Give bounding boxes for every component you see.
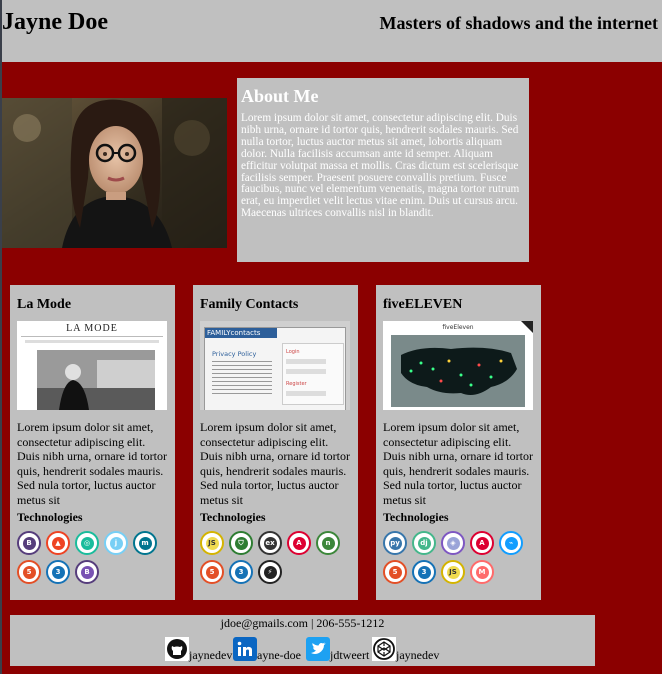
project-screenshot[interactable]: FAMILYcontacts Privacy Policy Login Regi… (200, 321, 350, 410)
contact-info: jdoe@gmails.com | 206-555-1212 (220, 616, 385, 630)
html5-icon: 5 (200, 560, 224, 584)
mysql-icon: m (133, 531, 157, 555)
angular-icon: A (287, 531, 311, 555)
technologies-label: Technologies (200, 510, 266, 524)
about-title: About Me (241, 86, 319, 106)
bootstrap-icon: B (17, 531, 41, 555)
bootstrap-b-icon: B (75, 560, 99, 584)
plotly-icon: ⌁ (499, 531, 523, 555)
technologies-label: Technologies (17, 510, 83, 524)
project-description: Lorem ipsum dolor sit amet, consectetur … (200, 420, 350, 507)
project-card-fiveeleven: fiveELEVEN fiveEleven Lorem ipsum dolor … (376, 285, 541, 600)
css3-icon: 3 (229, 560, 253, 584)
site-title: Jayne Doe (2, 9, 108, 35)
social-handle: jaynedev (189, 648, 233, 662)
screenshot-login: Login (286, 349, 300, 355)
social-link-codepen[interactable]: jaynedev (372, 637, 440, 662)
screenshot-subheading: Privacy Policy (212, 350, 257, 358)
about-text: Lorem ipsum dolor sit amet, consectetur … (241, 112, 520, 220)
project-title[interactable]: fiveELEVEN (383, 297, 534, 313)
social-link-github[interactable]: jaynedev (165, 637, 233, 662)
project-description: Lorem ipsum dolor sit amet, consectetur … (17, 420, 167, 507)
social-link-linkedin[interactable]: ayne-doe (233, 637, 301, 662)
angular-icon: A (470, 531, 494, 555)
social-links: jaynedev ayne-doe jdtweert jaynedev (10, 635, 595, 665)
bolt-icon: ⚡ (258, 560, 282, 584)
graphql-icon: ◈ (441, 531, 465, 555)
javascript-icon: JS (200, 531, 224, 555)
technologies-label: Technologies (383, 510, 449, 524)
project-card-family-contacts: Family Contacts FAMILYcontacts Privacy P… (193, 285, 358, 600)
site-footer: jdoe@gmails.com | 206-555-1212 jaynedev … (10, 615, 595, 666)
shield-icon: ⛉ (229, 531, 253, 555)
linkedin-icon (233, 637, 257, 661)
project-title[interactable]: La Mode (17, 297, 168, 313)
javascript-icon: JS (441, 560, 465, 584)
material-icon: M (470, 560, 494, 584)
project-screenshot[interactable]: LA MODE (17, 321, 167, 410)
npm-icon: ◎ (75, 531, 99, 555)
screenshot-register: Register (286, 381, 307, 387)
django-icon: dj (412, 531, 436, 555)
project-screenshot[interactable]: fiveEleven (383, 321, 533, 410)
tech-icon-list: py dj ◈ A ⌁ 5 3 JS M (383, 531, 535, 584)
github-icon (165, 637, 189, 661)
social-handle: jaynedev (396, 648, 440, 662)
screenshot-heading: fiveEleven (442, 324, 474, 331)
project-title[interactable]: Family Contacts (200, 297, 351, 313)
codepen-icon (372, 637, 396, 661)
codeigniter-icon: ▲ (46, 531, 70, 555)
project-card-la-mode: La Mode LA MODE Lorem ipsum dolor sit am… (10, 285, 175, 600)
html5-icon: 5 (383, 560, 407, 584)
tech-icon-list: JS ⛉ ex A n 5 3 ⚡ (200, 531, 352, 584)
jquery-icon: j (104, 531, 128, 555)
site-tagline: Masters of shadows and the internet (379, 13, 659, 33)
about-section: About Me Lorem ipsum dolor sit amet, con… (237, 78, 529, 262)
express-icon: ex (258, 531, 282, 555)
html5-icon: 5 (17, 560, 41, 584)
twitter-icon (306, 637, 330, 661)
social-handle: jdtweert (330, 648, 370, 662)
project-description: Lorem ipsum dolor sit amet, consectetur … (383, 420, 533, 507)
python-icon: py (383, 531, 407, 555)
css3-icon: 3 (412, 560, 436, 584)
site-header: Jayne Doe Masters of shadows and the int… (2, 0, 662, 62)
tech-icon-list: B ▲ ◎ j m 5 3 B (17, 531, 169, 584)
css3-icon: 3 (46, 560, 70, 584)
social-handle: ayne-doe (257, 648, 301, 662)
screenshot-heading: LA MODE (66, 323, 118, 334)
social-link-twitter[interactable]: jdtweert (306, 637, 370, 662)
profile-photo (2, 98, 227, 248)
screenshot-heading: FAMILYcontacts (205, 328, 277, 338)
nodejs-icon: n (316, 531, 340, 555)
